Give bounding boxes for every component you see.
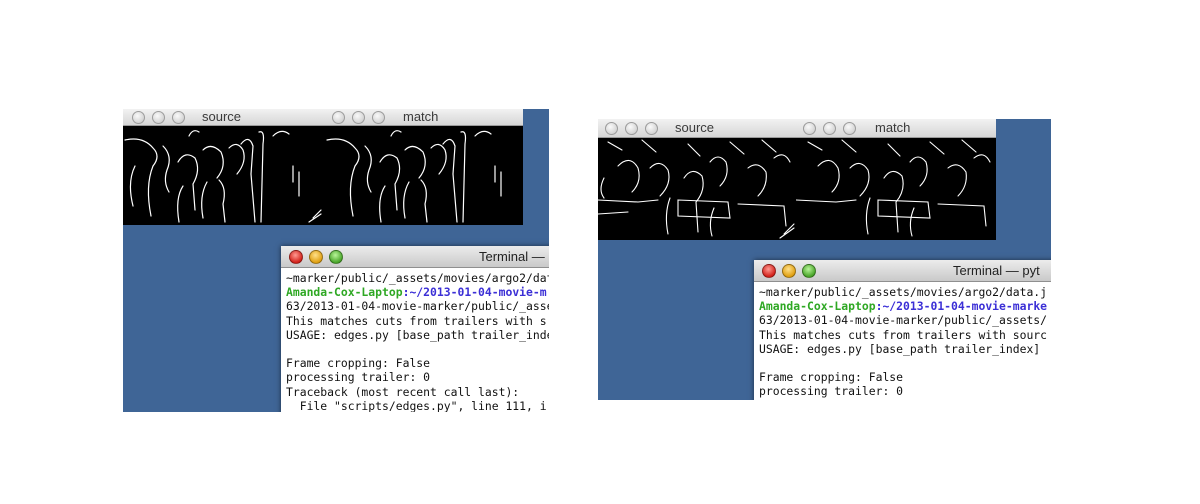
left-screenshot: source match Terminal — ~marker/public/_… <box>123 109 549 412</box>
terminal-prompt-line: Amanda-Cox-Laptop:~/2013-01-04-movie-m <box>286 285 549 299</box>
terminal-window[interactable]: Terminal — ~marker/public/_assets/movies… <box>281 246 549 412</box>
terminal-line: USAGE: edges.py [base_path trailer_inde <box>286 327 549 342</box>
close-icon[interactable] <box>332 111 345 124</box>
match-window-titlebar[interactable]: match <box>323 109 523 126</box>
source-window-title: source <box>202 109 242 124</box>
source-window[interactable]: source <box>598 119 796 240</box>
match-window-title: match <box>403 109 439 124</box>
match-window-title: match <box>875 120 911 135</box>
close-icon[interactable] <box>605 122 618 135</box>
terminal-titlebar[interactable]: Terminal — pyt <box>754 260 1051 282</box>
close-icon[interactable] <box>132 111 145 124</box>
terminal-line: 63/2013-01-04-movie-marker/public/_asse <box>286 299 549 314</box>
prompt-path: ~/2013-01-04-movie-marke <box>882 299 1048 314</box>
minimize-icon[interactable] <box>625 122 638 135</box>
terminal-title: Terminal — <box>479 249 545 264</box>
zoom-icon[interactable] <box>843 122 856 135</box>
terminal-window[interactable]: Terminal — pyt ~marker/public/_assets/mo… <box>754 260 1051 400</box>
match-window-titlebar[interactable]: match <box>796 119 996 138</box>
prompt-host: Amanda-Cox-Laptop <box>286 285 403 300</box>
terminal-prompt-line: Amanda-Cox-Laptop:~/2013-01-04-movie-mar… <box>759 299 1051 313</box>
terminal-output[interactable]: ~marker/public/_assets/movies/argo2/data… <box>754 282 1051 400</box>
source-window-titlebar[interactable]: source <box>598 119 796 138</box>
terminal-line: File "scripts/edges.py", line 111, i <box>286 398 547 412</box>
terminal-line: ~marker/public/_assets/movies/argo2/data <box>286 271 549 285</box>
terminal-title: Terminal — pyt <box>953 263 1040 278</box>
minimize-icon[interactable] <box>309 250 323 264</box>
terminal-line: USAGE: edges.py [base_path trailer_index… <box>759 341 1041 356</box>
terminal-titlebar[interactable]: Terminal — <box>281 246 549 268</box>
close-icon[interactable] <box>803 122 816 135</box>
zoom-icon[interactable] <box>802 264 816 278</box>
prompt-host: Amanda-Cox-Laptop <box>759 299 876 314</box>
close-icon[interactable] <box>289 250 303 264</box>
minimize-icon[interactable] <box>352 111 365 124</box>
match-window[interactable]: match <box>323 109 523 225</box>
zoom-icon[interactable] <box>329 250 343 264</box>
terminal-output[interactable]: ~marker/public/_assets/movies/argo2/data… <box>281 268 549 412</box>
edge-image <box>323 126 523 225</box>
minimize-icon[interactable] <box>152 111 165 124</box>
terminal-line: processing trailer: 0 <box>286 370 431 385</box>
source-window[interactable]: source <box>123 109 323 225</box>
terminal-line: This matches cuts from trailers with s <box>286 313 547 328</box>
minimize-icon[interactable] <box>823 122 836 135</box>
close-icon[interactable] <box>762 264 776 278</box>
zoom-icon[interactable] <box>172 111 185 124</box>
right-screenshot: source match Terminal — pyt ~marker/publ… <box>598 119 1051 400</box>
minimize-icon[interactable] <box>782 264 796 278</box>
terminal-line: ~marker/public/_assets/movies/argo2/data… <box>759 285 1048 299</box>
zoom-icon[interactable] <box>645 122 658 135</box>
terminal-line: Traceback (most recent call last): <box>286 384 520 399</box>
source-window-titlebar[interactable]: source <box>123 109 323 126</box>
terminal-line: Frame cropping: False <box>759 370 904 385</box>
terminal-line: This matches cuts from trailers with sou… <box>759 327 1048 342</box>
terminal-line: 63/2013-01-04-movie-marker/public/_asset… <box>759 313 1048 328</box>
edge-image <box>796 138 996 240</box>
source-window-title: source <box>675 120 715 135</box>
edge-image <box>123 126 323 225</box>
edge-image <box>598 138 796 240</box>
match-window[interactable]: match <box>796 119 996 240</box>
zoom-icon[interactable] <box>372 111 385 124</box>
prompt-path: ~/2013-01-04-movie-m <box>409 285 547 300</box>
terminal-line: Frame cropping: False <box>286 356 431 371</box>
terminal-line: processing trailer: 0 <box>759 384 904 399</box>
